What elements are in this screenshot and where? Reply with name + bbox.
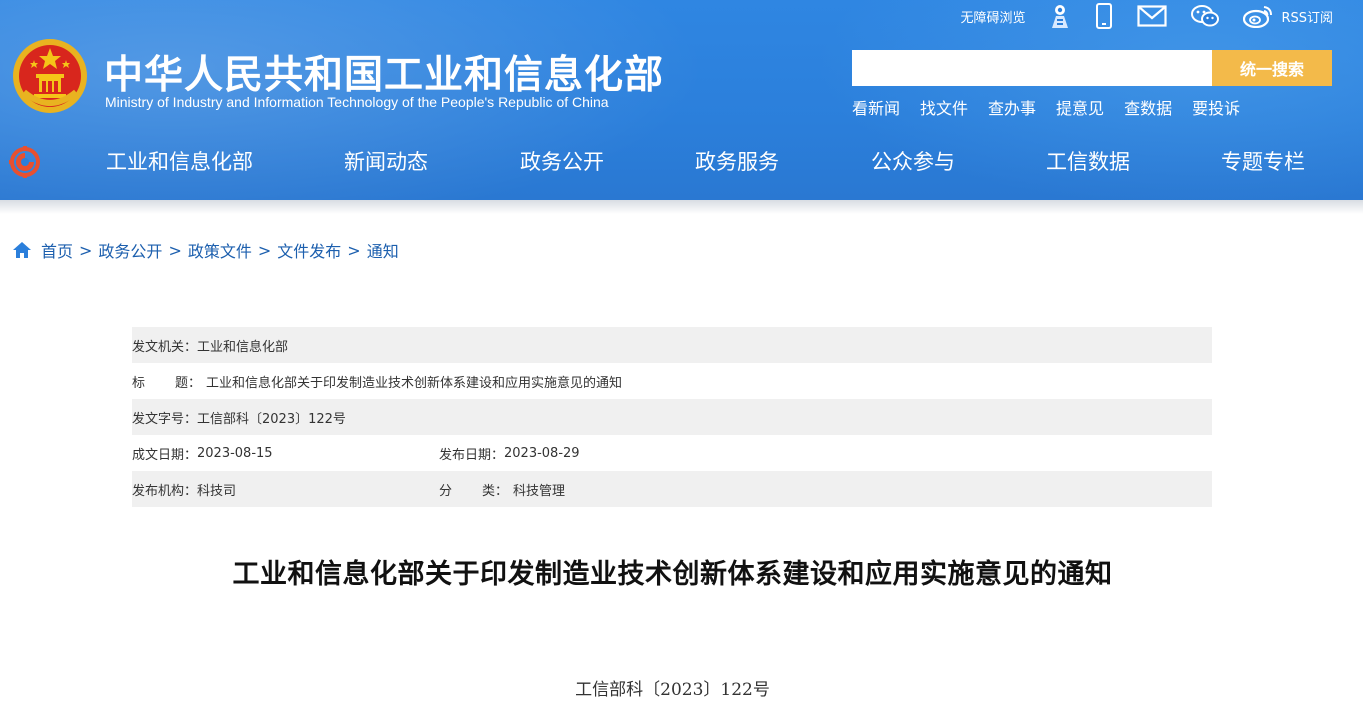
rss-link[interactable]: RSS订阅 xyxy=(1281,7,1333,26)
header-shadow xyxy=(0,200,1363,214)
quick-link-data[interactable]: 查数据 xyxy=(1124,95,1172,119)
title-label-part1: 标 xyxy=(132,375,146,391)
category-value: 科技管理 xyxy=(513,483,566,499)
breadcrumb-gov-affairs[interactable]: 政务公开 xyxy=(98,238,162,262)
nav-item-gov-services[interactable]: 政务服务 xyxy=(695,146,779,176)
title-value: 工业和信息化部关于印发制造业技术创新体系建设和应用实施意见的通知 xyxy=(206,375,623,391)
breadcrumb-notices[interactable]: 通知 xyxy=(367,238,399,262)
meta-row-dates: 成文日期： 2023-08-15 发布日期： 2023-08-29 xyxy=(132,435,1212,471)
org-label: 发布机构： xyxy=(132,483,198,499)
doc-number-value: 工信部科〔2023〕122号 xyxy=(197,411,346,427)
nav-item-ministry[interactable]: 工业和信息化部 xyxy=(106,146,253,176)
document-metadata-table: 发文机关： 工业和信息化部 标 题： 工业和信息化部关于印发制造业技术创新体系建… xyxy=(132,327,1212,507)
person-icon[interactable] xyxy=(1049,3,1071,29)
quick-link-news[interactable]: 看新闻 xyxy=(852,95,900,119)
site-subtitle: Ministry of Industry and Information Tec… xyxy=(105,94,609,110)
wechat-icon[interactable] xyxy=(1191,4,1220,28)
nav-item-gov-affairs[interactable]: 政务公开 xyxy=(520,146,604,176)
breadcrumb-separator: > xyxy=(257,240,272,260)
quick-link-feedback[interactable]: 提意见 xyxy=(1056,95,1104,119)
site-header: 中华人民共和国工业和信息化部 Ministry of Industry and … xyxy=(0,0,1363,200)
meta-row-doc-number: 发文字号： 工信部科〔2023〕122号 xyxy=(132,399,1212,435)
meta-row-org-category: 发布机构： 科技司 分 类： 科技管理 xyxy=(132,471,1212,507)
breadcrumb-separator: > xyxy=(79,240,93,260)
title-label-part2: 题： xyxy=(175,375,202,391)
site-title: 中华人民共和国工业和信息化部 xyxy=(104,53,665,98)
category-label-part1: 分 xyxy=(439,483,453,499)
mail-icon[interactable] xyxy=(1137,5,1168,27)
written-date-label: 成文日期： xyxy=(132,447,198,463)
quick-link-services[interactable]: 查办事 xyxy=(988,95,1036,119)
category-label-part2: 类： xyxy=(482,483,509,499)
breadcrumb-separator: > xyxy=(168,240,182,260)
nav-item-public-participation[interactable]: 公众参与 xyxy=(871,146,955,176)
weibo-icon[interactable] xyxy=(1243,4,1273,28)
main-nav: 工业和信息化部 新闻动态 政务公开 政务服务 公众参与 工信数据 专题专栏 xyxy=(0,140,1363,184)
national-emblem-icon xyxy=(13,39,87,113)
nav-item-topics[interactable]: 专题专栏 xyxy=(1221,146,1305,176)
issuer-label: 发文机关： xyxy=(132,339,198,355)
document-number: 工信部科〔2023〕122号 xyxy=(575,680,770,700)
accessibility-link[interactable]: 无障碍浏览 xyxy=(960,7,1025,26)
top-utility-bar: 无障碍浏览 RSS订阅 xyxy=(960,3,1333,29)
issuer-value: 工业和信息化部 xyxy=(197,339,289,355)
mobile-icon[interactable] xyxy=(1095,3,1113,29)
publish-date-label: 发布日期： xyxy=(439,447,505,463)
meta-row-issuer: 发文机关： 工业和信息化部 xyxy=(132,327,1212,363)
quick-link-files[interactable]: 找文件 xyxy=(920,95,968,119)
home-icon[interactable] xyxy=(12,241,32,259)
search-input[interactable] xyxy=(852,50,1212,86)
quick-link-complaint[interactable]: 要投诉 xyxy=(1192,95,1240,119)
meta-row-title: 标 题： 工业和信息化部关于印发制造业技术创新体系建设和应用实施意见的通知 xyxy=(132,363,1212,399)
breadcrumb-home[interactable]: 首页 xyxy=(41,238,73,262)
document-title: 工业和信息化部关于印发制造业技术创新体系建设和应用实施意见的通知 xyxy=(232,559,1113,590)
doc-number-label: 发文字号： xyxy=(132,411,198,427)
breadcrumb-policy-docs[interactable]: 政策文件 xyxy=(188,238,252,262)
quick-links: 看新闻 找文件 查办事 提意见 查数据 要投诉 xyxy=(852,95,1260,119)
unified-search-button[interactable]: 统一搜索 xyxy=(1212,50,1332,86)
nav-item-data[interactable]: 工信数据 xyxy=(1046,146,1130,176)
breadcrumb-doc-release[interactable]: 文件发布 xyxy=(277,238,341,262)
written-date-value: 2023-08-15 xyxy=(197,445,273,461)
nav-item-news[interactable]: 新闻动态 xyxy=(344,146,428,176)
org-value: 科技司 xyxy=(197,483,237,499)
breadcrumb: 首页 > 政务公开 > 政策文件 > 文件发布 > 通知 xyxy=(12,238,399,262)
breadcrumb-separator: > xyxy=(347,240,361,260)
publish-date-value: 2023-08-29 xyxy=(504,445,580,461)
